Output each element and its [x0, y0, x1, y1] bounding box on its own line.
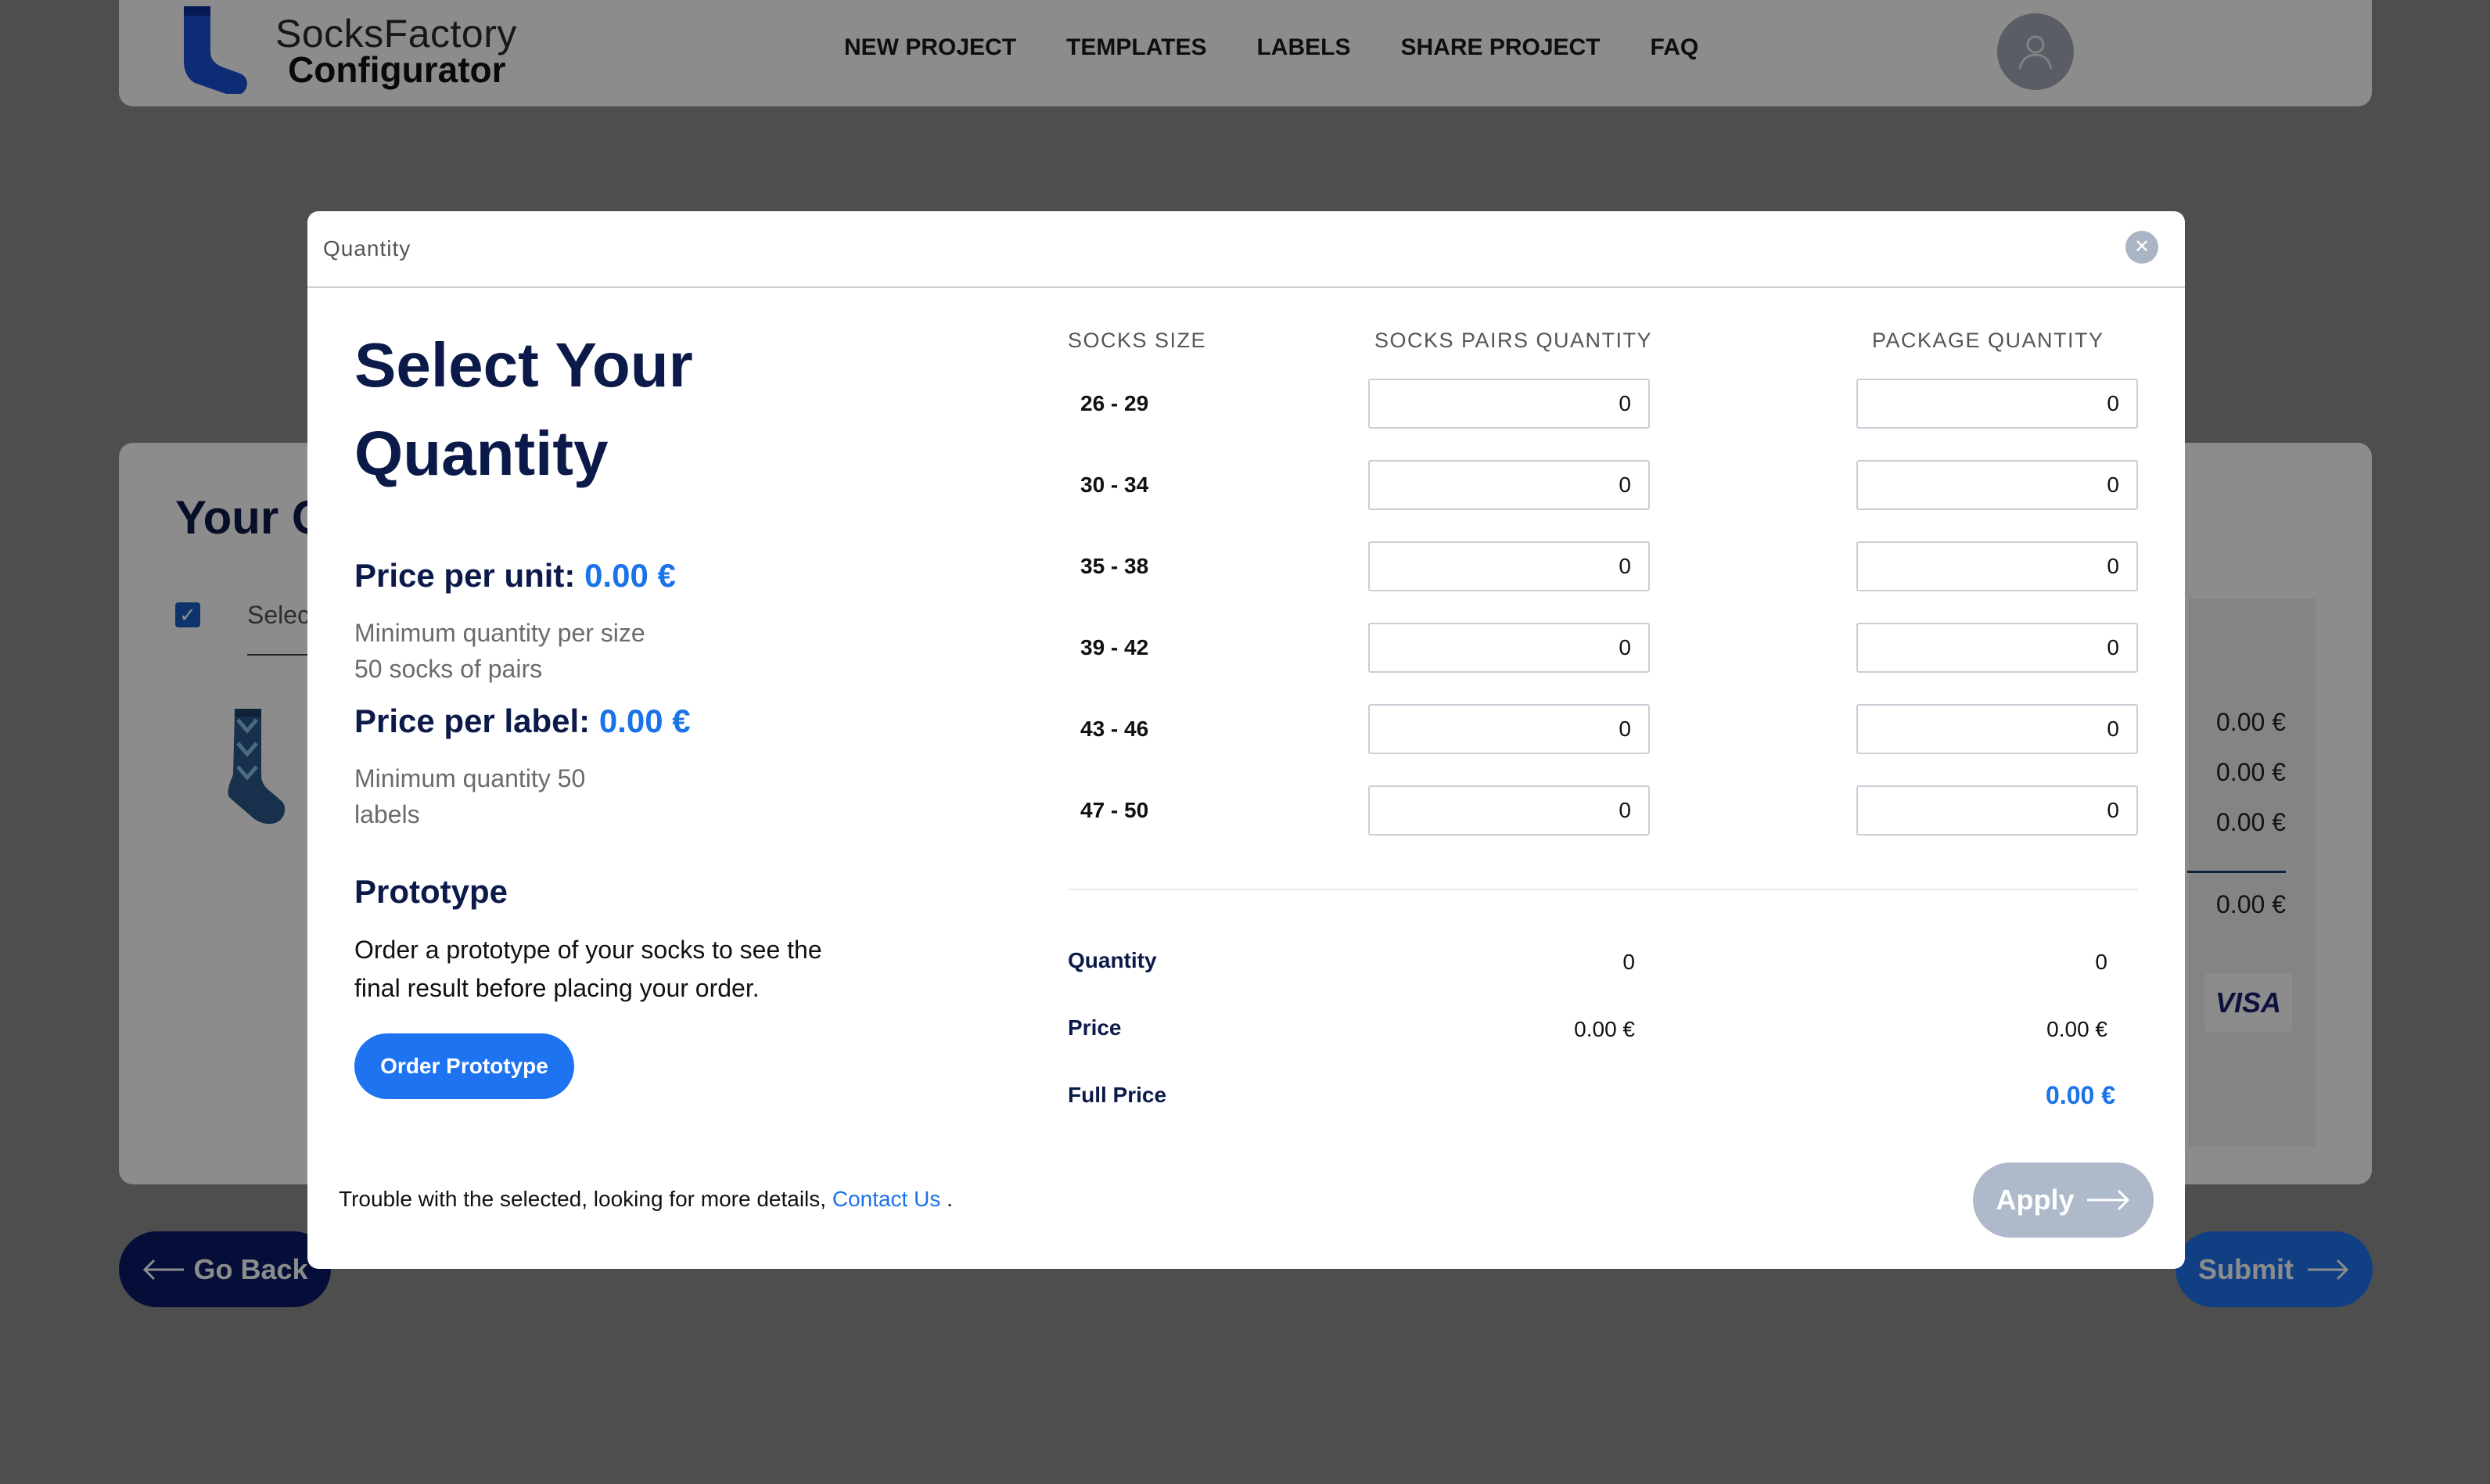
label-min-hint: Minimum quantity 50 labels [354, 764, 586, 828]
apply-label: Apply [1996, 1184, 2075, 1216]
pairs-quantity-input[interactable] [1368, 623, 1650, 673]
package-quantity-input[interactable] [1856, 541, 2138, 591]
price-per-unit-label: Price per unit: [354, 557, 576, 594]
package-quantity-input[interactable] [1856, 460, 2138, 510]
size-label: 39 - 42 [1080, 635, 1149, 659]
col-head-pairs-quantity: SOCKS PAIRS QUANTITY [1374, 329, 1653, 352]
pairs-quantity-input[interactable] [1368, 704, 1650, 754]
size-label: 43 - 46 [1080, 717, 1149, 741]
package-quantity-input[interactable] [1856, 785, 2138, 835]
price-per-label-value: 0.00 € [598, 702, 691, 739]
pairs-quantity-input[interactable] [1368, 379, 1650, 429]
price-per-unit: Price per unit: 0.00 € [354, 557, 676, 595]
summary-quantity-label: Quantity [1068, 948, 1157, 972]
pairs-quantity-input[interactable] [1368, 541, 1650, 591]
summary-quantity-pairs: 0 [1622, 950, 1635, 974]
arrow-right-icon [2086, 1189, 2129, 1211]
pairs-quantity-input[interactable] [1368, 785, 1650, 835]
full-price-value: 0.00 € [2046, 1081, 2115, 1109]
summary-quantity-packages: 0 [2095, 950, 2107, 974]
order-prototype-button[interactable]: Order Prototype [354, 1033, 574, 1099]
table-divider [1068, 889, 2138, 890]
prototype-description: Order a prototype of your socks to see t… [354, 936, 822, 1002]
price-per-label-label: Price per label: [354, 702, 591, 739]
help-text-end: . [947, 1187, 953, 1211]
full-price-label: Full Price [1068, 1083, 1167, 1107]
close-icon[interactable]: ✕ [2125, 231, 2158, 264]
size-label: 47 - 50 [1080, 798, 1149, 822]
package-quantity-input[interactable] [1856, 623, 2138, 673]
size-label: 30 - 34 [1080, 473, 1149, 497]
help-text: Trouble with the selected, looking for m… [339, 1187, 953, 1212]
modal-header: Quantity ✕ [307, 211, 2185, 288]
package-quantity-input[interactable] [1856, 704, 2138, 754]
modal-header-title: Quantity [323, 236, 411, 261]
price-per-label: Price per label: 0.00 € [354, 702, 691, 740]
size-label: 26 - 29 [1080, 391, 1149, 415]
summary-price-pairs: 0.00 € [1574, 1017, 1635, 1041]
summary-price-packages: 0.00 € [2046, 1017, 2107, 1041]
size-label: 35 - 38 [1080, 554, 1149, 578]
apply-button[interactable]: Apply [1973, 1162, 2154, 1238]
unit-min-hint: Minimum quantity per size 50 socks of pa… [354, 619, 645, 683]
col-head-package-quantity: PACKAGE QUANTITY [1872, 329, 2104, 352]
modal-title: Select Your Quantity [354, 330, 693, 488]
contact-us-link[interactable]: Contact Us [832, 1187, 941, 1211]
summary-price-label: Price [1068, 1015, 1122, 1040]
price-per-unit-value: 0.00 € [584, 557, 676, 594]
col-head-socks-size: SOCKS SIZE [1068, 329, 1207, 352]
prototype-title: Prototype [354, 873, 508, 910]
package-quantity-input[interactable] [1856, 379, 2138, 429]
help-text-body: Trouble with the selected, looking for m… [339, 1187, 827, 1211]
pairs-quantity-input[interactable] [1368, 460, 1650, 510]
